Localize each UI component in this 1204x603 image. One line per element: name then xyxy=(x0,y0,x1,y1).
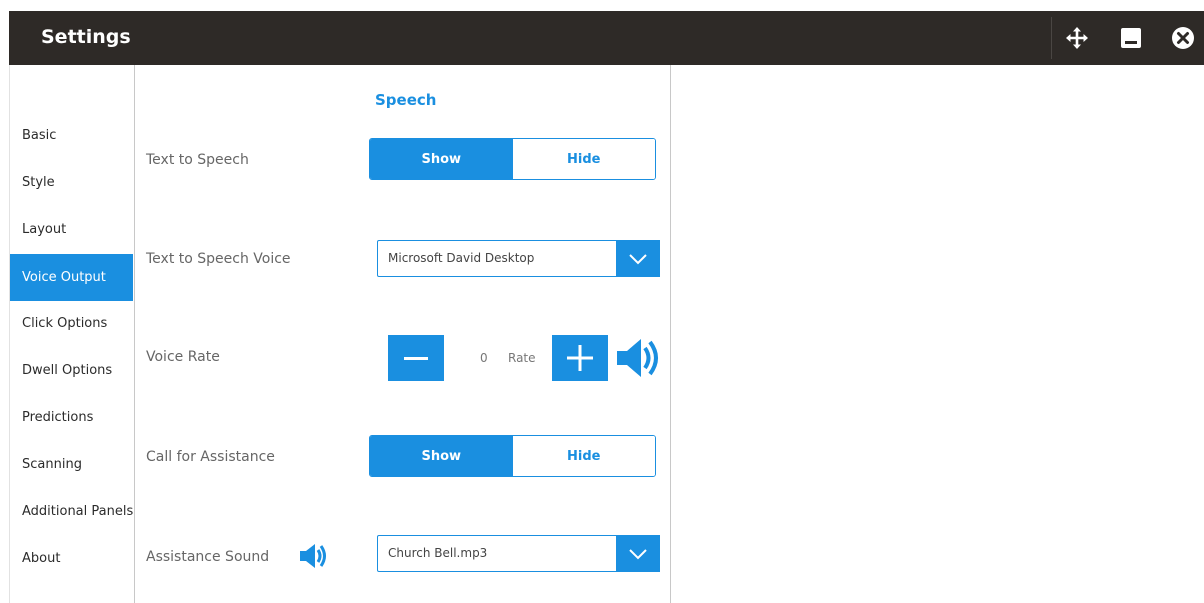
voice-dropdown-value: Microsoft David Desktop xyxy=(388,251,535,265)
voice-rate-value: 0 xyxy=(480,351,488,365)
sidebar-item-style[interactable]: Style xyxy=(10,159,133,206)
sidebar-item-basic[interactable]: Basic xyxy=(10,112,133,159)
sidebar-item-scanning[interactable]: Scanning xyxy=(10,441,133,488)
move-arrows-icon[interactable] xyxy=(1065,26,1089,50)
increase-rate-button[interactable] xyxy=(552,335,608,381)
speaker-icon[interactable] xyxy=(615,336,663,384)
sidebar-item-layout[interactable]: Layout xyxy=(10,206,133,253)
call-for-assistance-show-button[interactable]: Show xyxy=(370,436,513,476)
title-bar: Settings xyxy=(9,11,1204,65)
chevron-down-icon[interactable] xyxy=(616,240,660,277)
sidebar-item-predictions[interactable]: Predictions xyxy=(10,394,133,441)
settings-sidebar: Basic Style Layout Voice Output Click Op… xyxy=(9,65,135,603)
chevron-down-icon[interactable] xyxy=(616,535,660,572)
title-bar-divider xyxy=(1051,17,1052,59)
section-title: Speech xyxy=(375,91,437,109)
sidebar-item-voice-output[interactable]: Voice Output xyxy=(10,254,133,301)
panel-divider xyxy=(670,65,671,603)
text-to-speech-toggle: Show Hide xyxy=(369,138,656,180)
sidebar-item-click-options[interactable]: Click Options xyxy=(10,300,133,347)
close-circle-icon[interactable] xyxy=(1171,26,1195,50)
assistance-sound-dropdown[interactable]: Church Bell.mp3 xyxy=(377,535,660,572)
minus-icon xyxy=(404,357,428,360)
voice-rate-label: Voice Rate xyxy=(146,349,220,365)
decrease-rate-button[interactable] xyxy=(388,335,444,381)
sidebar-item-additional-panels[interactable]: Additional Panels xyxy=(10,488,133,535)
assistance-sound-value: Church Bell.mp3 xyxy=(388,546,488,560)
text-to-speech-hide-button[interactable]: Hide xyxy=(512,139,655,179)
call-for-assistance-toggle: Show Hide xyxy=(369,435,656,477)
voice-rate-unit: Rate xyxy=(508,351,536,365)
sidebar-item-dwell-options[interactable]: Dwell Options xyxy=(10,347,133,394)
plus-icon xyxy=(567,345,593,371)
call-for-assistance-label: Call for Assistance xyxy=(146,449,275,465)
assistance-sound-label: Assistance Sound xyxy=(146,549,270,565)
speaker-icon[interactable] xyxy=(299,542,329,574)
window-title: Settings xyxy=(41,26,131,48)
text-to-speech-label: Text to Speech xyxy=(146,152,249,168)
minimize-icon[interactable] xyxy=(1119,26,1143,50)
text-to-speech-show-button[interactable]: Show xyxy=(370,139,513,179)
sidebar-item-about[interactable]: About xyxy=(10,535,133,582)
voice-dropdown[interactable]: Microsoft David Desktop xyxy=(377,240,660,277)
voice-label: Text to Speech Voice xyxy=(146,251,291,267)
call-for-assistance-hide-button[interactable]: Hide xyxy=(512,436,655,476)
